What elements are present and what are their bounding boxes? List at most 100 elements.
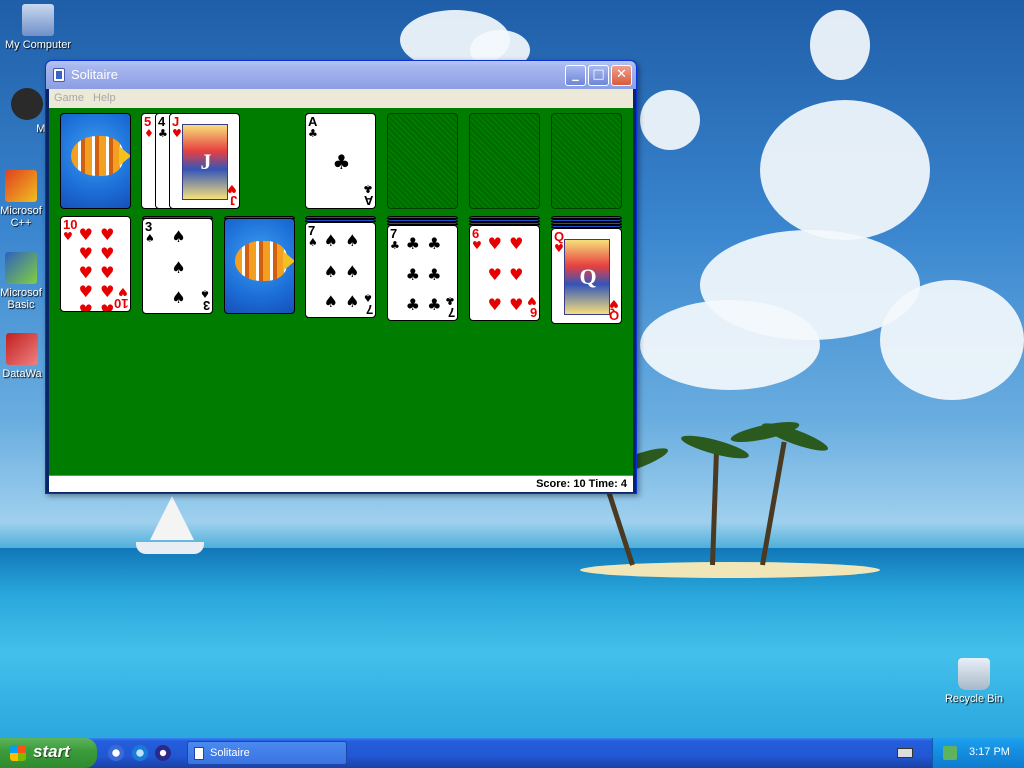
card-pip: ♣	[427, 234, 442, 253]
foundation-4[interactable]	[551, 113, 622, 209]
sailboat-hull	[136, 542, 204, 554]
foundation-3[interactable]	[469, 113, 540, 209]
desktop-icon-label: Microsof	[0, 205, 42, 217]
card-suit: ♣	[158, 127, 168, 140]
tableau-4-top-card[interactable]: 7 ♠ ♠ ♠ ♠ ♠ ♠ ♠ ♠ 7	[305, 222, 376, 318]
card-pips: ♠ ♠ ♠	[157, 227, 200, 307]
jack-face-image: J	[182, 124, 228, 200]
card-pip: ♣	[427, 264, 442, 284]
card-pip: ♥	[100, 263, 115, 282]
sea	[0, 548, 1024, 738]
desktop-icon-datawa[interactable]: DataWa	[0, 333, 47, 380]
network-tray-icon[interactable]	[943, 746, 957, 760]
desktop-icon-label: Microsof	[0, 287, 42, 299]
card-pip: ♥	[100, 225, 115, 244]
card-suit: ♣	[390, 239, 400, 252]
tableau-6-top-card[interactable]: 6 ♥ ♥ ♥ ♥ ♥ ♥ ♥ ♥ 6	[469, 225, 540, 321]
card-pip: ♥	[100, 282, 115, 301]
title-bar[interactable]: Solitaire _ □ ✕	[46, 61, 636, 89]
start-label: start	[33, 742, 70, 761]
card-pip: ♣	[405, 234, 420, 253]
card-suit: ♠	[308, 236, 318, 249]
card-pip: ♥	[78, 244, 93, 263]
visual-cpp-icon	[5, 170, 37, 202]
card-pip: ♥	[487, 264, 502, 284]
computer-icon	[22, 4, 54, 36]
card-pip: ♥	[100, 244, 115, 263]
keyboard-icon[interactable]	[897, 748, 913, 758]
cloud	[640, 300, 820, 390]
solitaire-app-icon	[53, 68, 65, 82]
fish-icon	[235, 241, 287, 281]
card-pips: ♣ ♣ ♣ ♣ ♣ ♣	[402, 234, 445, 314]
desktop-icon-label: My Computer	[4, 39, 72, 51]
taskbar-button-solitaire[interactable]: Solitaire	[187, 741, 347, 765]
tableau-3-facedown-card[interactable]	[224, 218, 295, 314]
card-pip: ♠	[345, 261, 360, 281]
card-rank: 3	[202, 298, 210, 313]
tableau-1-top-card[interactable]: 10 ♥ ♥ ♥ ♥ ♥ ♥ ♥ ♥ ♥ ♥ ♥ ♥ 10	[60, 216, 131, 312]
card-pip: ♥	[78, 301, 93, 312]
card-suit: ♦	[144, 127, 154, 140]
palm-trunk	[760, 441, 787, 566]
card-rank: 10	[113, 296, 128, 311]
solitaire-window[interactable]: Solitaire _ □ ✕ Game Help 5 ♦ 4 ♣ J ♥ J …	[45, 60, 637, 494]
desktop-icon-visual-basic[interactable]: Microsof Basic	[0, 252, 45, 311]
desktop-icon-my-computer[interactable]: My Computer	[1, 4, 75, 51]
sailboat-sail	[150, 496, 194, 540]
menu-game[interactable]: Game	[54, 92, 84, 104]
card-pips: ♠ ♠ ♠ ♠ ♠ ♠	[320, 231, 363, 311]
shortcut-icon	[11, 88, 43, 120]
desktop-icon-visual-cpp[interactable]: Microsof C++	[0, 170, 45, 229]
game-felt[interactable]: 5 ♦ 4 ♣ J ♥ J ♥ J A ♣ ♣ ♣ A 10 ♥ ♥ ♥ ♥ ♥…	[49, 108, 633, 475]
windows-logo-icon	[10, 745, 26, 761]
window-title: Solitaire	[71, 67, 118, 82]
taskbar: start Solitaire 3:17 PM	[0, 738, 1024, 768]
card-pip: ♠	[345, 231, 360, 250]
stock-pile[interactable]	[60, 113, 131, 209]
card-rank: J	[229, 193, 237, 208]
card-pip: ♥	[78, 263, 93, 282]
card-pip: ♠	[171, 227, 186, 246]
visual-basic-icon	[5, 252, 37, 284]
datawa-icon	[6, 333, 38, 365]
card-rank: Q	[608, 308, 619, 323]
clock[interactable]: 3:17 PM	[969, 746, 1010, 758]
minimize-button[interactable]: _	[565, 65, 586, 86]
tableau-5-top-card[interactable]: 7 ♣ ♣ ♣ ♣ ♣ ♣ ♣ ♣ 7	[387, 225, 458, 321]
internet-explorer-icon[interactable]	[132, 745, 148, 761]
queen-face-image: Q	[564, 239, 610, 315]
card-pip: ♠	[323, 292, 338, 311]
cloud	[760, 100, 930, 240]
window-body: Game Help 5 ♦ 4 ♣ J ♥ J ♥ J A ♣ ♣ ♣ A 10…	[49, 89, 633, 492]
card-pips: ♥ ♥ ♥ ♥ ♥ ♥ ♥ ♥ ♥ ♥	[75, 225, 118, 311]
media-player-icon[interactable]	[155, 745, 171, 761]
foundation-2[interactable]	[387, 113, 458, 209]
show-desktop-icon[interactable]	[108, 745, 124, 761]
card-suit: ♣	[308, 127, 318, 140]
waste-top-card[interactable]: J ♥ J ♥ J	[169, 113, 240, 209]
start-button[interactable]: start	[0, 738, 97, 768]
face-letter: J	[200, 149, 212, 174]
fish-icon	[71, 136, 123, 176]
cloud	[810, 10, 870, 80]
desktop-icon-recycle-bin[interactable]: Recycle Bin	[937, 658, 1011, 705]
tableau-2-top-card[interactable]: 3 ♠ ♠ ♠ ♠ ♠ 3	[142, 218, 213, 314]
card-pip: ♥	[509, 264, 524, 284]
card-pip: ♠	[345, 292, 360, 311]
desktop-icon-label: Recycle Bin	[944, 693, 1004, 705]
cloud	[880, 280, 1024, 400]
desktop-icon-label: Basic	[7, 299, 35, 311]
card-suit: ♥	[172, 127, 182, 140]
card-suit: ♥	[472, 239, 482, 252]
maximize-button[interactable]: □	[588, 65, 609, 86]
card-rank: 7	[447, 305, 455, 320]
foundation-1[interactable]: A ♣ ♣ ♣ A	[305, 113, 376, 209]
card-suit: ♠	[145, 232, 155, 245]
system-tray: 3:17 PM	[932, 738, 1024, 768]
desktop-icon-label: C++	[10, 217, 32, 229]
island	[580, 562, 880, 578]
close-button[interactable]: ✕	[611, 65, 632, 86]
menu-help[interactable]: Help	[93, 92, 116, 104]
tableau-7-top-card[interactable]: Q ♥ Q ♥ Q	[551, 228, 622, 324]
